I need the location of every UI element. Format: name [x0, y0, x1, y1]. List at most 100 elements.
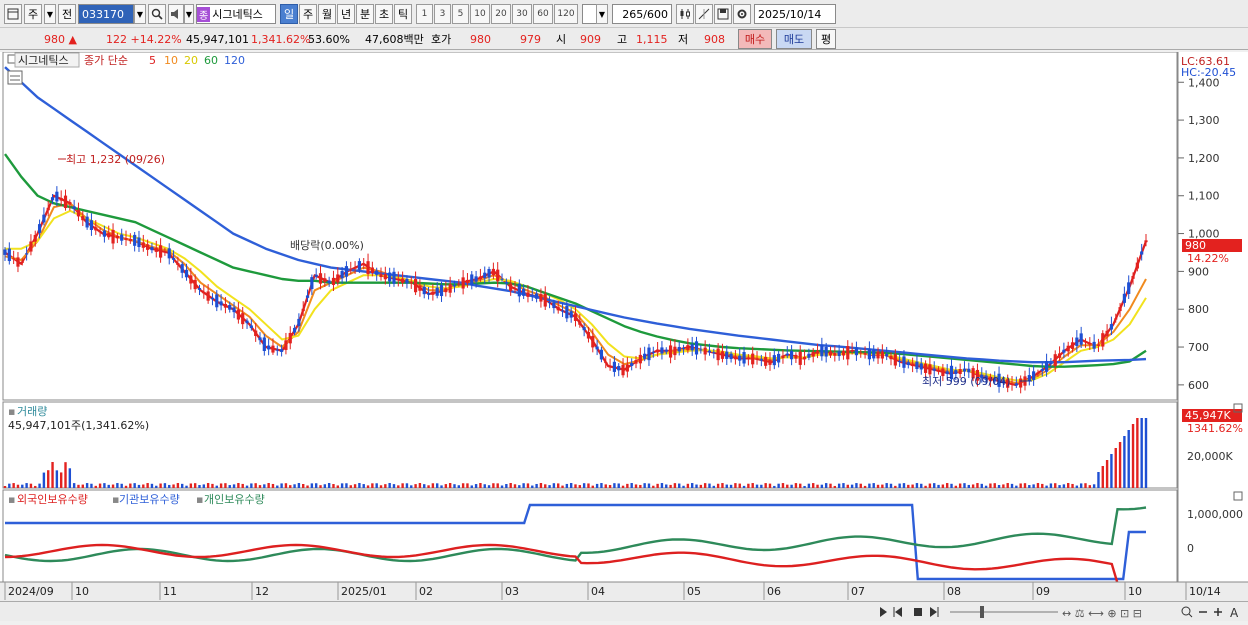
tab-month[interactable]: 월 — [318, 4, 336, 24]
volume-bar — [665, 484, 668, 488]
speaker-icon[interactable] — [168, 4, 184, 24]
stock-code-input[interactable]: 033170 — [78, 4, 134, 24]
volume-bar — [630, 483, 633, 488]
candle-body — [573, 313, 578, 321]
candle-body — [608, 366, 612, 368]
interval-20[interactable]: 20 — [491, 4, 511, 24]
save-icon[interactable] — [714, 4, 732, 24]
volume-bar — [293, 484, 296, 488]
volume-bar — [146, 483, 149, 488]
zoom-slider[interactable] — [950, 606, 1058, 618]
bar-count-input[interactable]: 265 /600 — [612, 4, 672, 24]
candle-body — [781, 355, 785, 359]
tab-minute[interactable]: 분 — [356, 4, 374, 24]
evaluate-button[interactable]: 평 — [816, 29, 836, 49]
custom-interval-dropdown-icon[interactable]: ▼ — [596, 4, 608, 24]
candle-body — [1062, 349, 1066, 353]
zoom-out-icon[interactable] — [1181, 606, 1193, 618]
tab-tick[interactable]: 틱 — [394, 4, 412, 24]
volume-bar — [621, 485, 625, 488]
interval-30[interactable]: 30 — [512, 4, 532, 24]
volume-bar — [764, 483, 767, 488]
candle-body — [578, 321, 582, 325]
volume-bar — [72, 483, 76, 488]
candle-body — [621, 364, 625, 376]
candle-body — [893, 354, 897, 366]
buy-button[interactable]: 매수 — [738, 29, 772, 49]
volume-panel-icon[interactable]: ▪ — [8, 405, 15, 418]
candle-body — [522, 288, 526, 296]
interval-60[interactable]: 60 — [533, 4, 553, 24]
scroll-last-icon[interactable] — [930, 607, 939, 617]
chart-area[interactable]: 1,400 1,300 1,200 1,100 1,000 900 800 700 600 시그… — [0, 51, 1248, 602]
crosshair-icon[interactable] — [695, 4, 713, 24]
volume-bar — [142, 484, 145, 488]
candle-icon[interactable] — [676, 4, 694, 24]
candle-body — [1122, 293, 1126, 303]
tab-day[interactable]: 일 — [280, 4, 298, 24]
speaker-dropdown-icon[interactable]: ▼ — [184, 4, 194, 24]
tab-week[interactable]: 주 — [299, 4, 317, 24]
candle-body — [1101, 333, 1105, 347]
scroll-first-icon[interactable] — [893, 607, 902, 617]
candle-body — [764, 356, 768, 366]
candle-body — [124, 238, 128, 240]
candle-body — [284, 340, 288, 350]
volume-bar — [608, 485, 612, 488]
calculator-icon[interactable] — [7, 70, 23, 85]
interval-5[interactable]: 5 — [452, 4, 469, 24]
interval-3[interactable]: 3 — [434, 4, 451, 24]
current-pct-axis-label: 14.22% — [1187, 252, 1229, 265]
layout-icon[interactable] — [4, 4, 22, 24]
volume-bar — [773, 485, 776, 488]
gear-icon[interactable] — [733, 4, 751, 24]
period-select[interactable]: 주 — [24, 4, 42, 24]
interval-1[interactable]: 1 — [416, 4, 433, 24]
volume-bar — [453, 484, 456, 488]
holdings-panel-close-icon[interactable] — [1233, 491, 1243, 501]
price-y-tick: 800 — [1188, 303, 1209, 316]
code-dropdown-icon[interactable]: ▼ — [134, 4, 146, 24]
volume-bar — [366, 485, 370, 488]
search-icon[interactable] — [148, 4, 166, 24]
bar-count-value: 265 — [622, 7, 644, 21]
volume-bar — [336, 485, 339, 488]
candle-body — [1118, 307, 1122, 312]
candle-body — [210, 297, 215, 300]
volume-bar — [907, 484, 910, 488]
volume-bar — [920, 483, 923, 488]
candle-body — [401, 278, 405, 283]
stop-icon[interactable] — [914, 608, 922, 616]
candle-body — [923, 363, 928, 373]
candle-body — [262, 337, 266, 352]
plus-icon[interactable] — [1214, 608, 1222, 616]
volume-bar — [963, 483, 966, 488]
volume-bar — [647, 483, 651, 488]
period-dropdown-icon[interactable]: ▼ — [44, 4, 56, 24]
legend-ma120: 120 — [224, 54, 245, 67]
volume-bar — [392, 484, 396, 488]
candle-body — [29, 241, 33, 252]
candle-body — [1057, 353, 1062, 358]
scroll-right-icon[interactable] — [880, 607, 887, 617]
tool-icons[interactable]: ↔ ⚖ ⟷ ⊕ ⊡ ⊟ — [1062, 607, 1142, 620]
x-axis-label: 2025/01 — [341, 585, 387, 598]
candle-body — [72, 206, 76, 210]
volume-bar — [306, 485, 309, 488]
tab-second[interactable]: 초 — [375, 4, 393, 24]
candle-body — [1044, 361, 1049, 372]
font-icon[interactable]: A — [1230, 606, 1239, 620]
stock-name[interactable]: 종 시그네틱스 — [196, 4, 276, 24]
interval-10[interactable]: 10 — [470, 4, 490, 24]
candle-body — [543, 293, 547, 307]
candle-body — [526, 292, 530, 297]
interval-120[interactable]: 120 — [554, 4, 578, 24]
candle-body — [1049, 363, 1053, 365]
tab-year[interactable]: 년 — [337, 4, 355, 24]
sell-button[interactable]: 매도 — [776, 29, 812, 49]
volume-bar — [699, 484, 703, 488]
volume-bar — [690, 483, 694, 488]
date-input[interactable]: 2025/10/14 — [754, 4, 836, 24]
prev-button[interactable]: 전 — [58, 4, 76, 24]
volume-bar — [1045, 485, 1048, 488]
